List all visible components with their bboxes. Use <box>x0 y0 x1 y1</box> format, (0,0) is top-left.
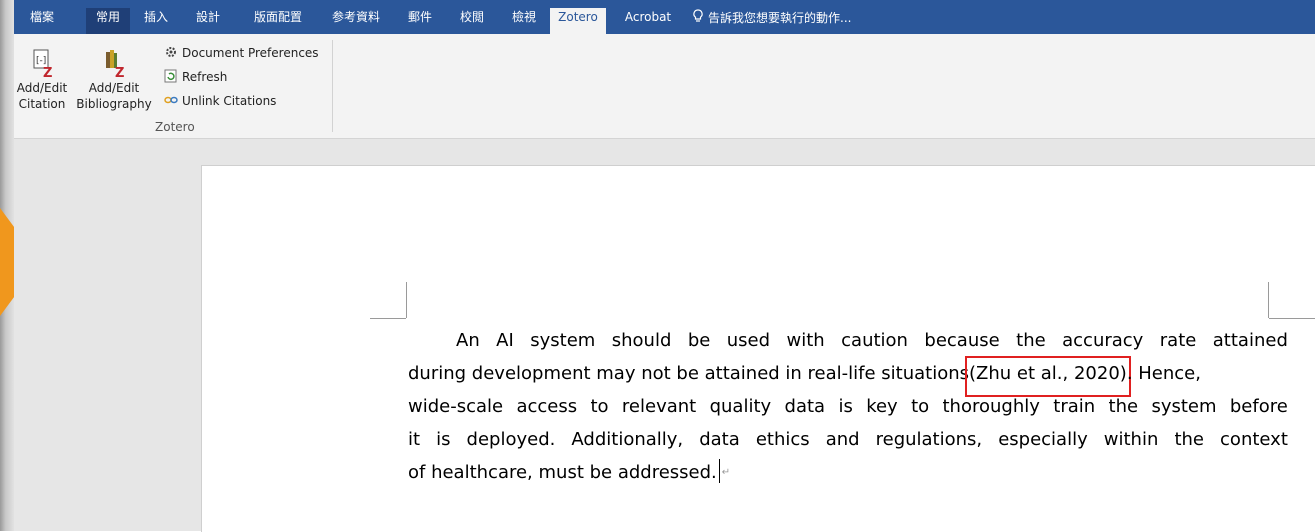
add-edit-citation-label-1: Add/Edit <box>16 81 68 95</box>
word: system <box>530 330 596 351</box>
text-cursor <box>718 459 720 483</box>
word: ethics <box>755 429 810 450</box>
citation-field[interactable]: (Zhu et al., 2020) <box>965 356 1131 397</box>
tab-home[interactable]: 常用 <box>86 8 130 34</box>
word: used <box>726 330 771 351</box>
add-edit-bibliography-button[interactable]: Z Add/Edit Bibliography <box>70 48 158 112</box>
word: the <box>1016 330 1046 351</box>
document-preferences-label: Document Preferences <box>182 46 319 60</box>
word: regulations, <box>875 429 983 450</box>
word: be <box>687 330 711 351</box>
crop-mark-top-left <box>406 282 407 318</box>
document-preferences-button[interactable]: Document Preferences <box>164 42 319 64</box>
word: especially <box>998 429 1088 450</box>
tell-me-text: 告訴我您想要執行的動作... <box>708 11 852 25</box>
ribbon-group-label: Zotero <box>155 120 195 134</box>
word: quality <box>709 396 772 417</box>
word: to <box>590 396 609 417</box>
svg-text:[-]: [-] <box>36 56 46 66</box>
svg-text:Z: Z <box>43 66 52 78</box>
word: within <box>1103 429 1159 450</box>
tab-layout[interactable]: 版面配置 <box>246 9 310 34</box>
word: Additionally, <box>571 429 684 450</box>
word: rate <box>1159 330 1197 351</box>
word: with <box>786 330 825 351</box>
text-line-5: of healthcare, must be addressed. ↵ <box>408 459 1288 492</box>
bibliography-icon: Z <box>70 48 158 81</box>
word: data <box>699 429 740 450</box>
lightbulb-icon <box>692 9 704 26</box>
word: thoroughly <box>942 396 1040 417</box>
word: because <box>924 330 1000 351</box>
word: data <box>784 396 826 417</box>
add-edit-bibliography-label-2: Bibliography <box>76 97 152 111</box>
text-before-citation: during development may not be attained i… <box>408 363 970 384</box>
ribbon-zotero: [-] Z Add/Edit Citation Z Add/Edit Biblio… <box>14 34 1315 139</box>
text-after-citation: . Hence, <box>1126 363 1201 384</box>
word: system <box>1151 396 1217 417</box>
add-edit-citation-label-2: Citation <box>18 97 66 111</box>
word: to <box>911 396 930 417</box>
unlink-citations-button[interactable]: Unlink Citations <box>164 90 276 112</box>
word: AI <box>496 330 514 351</box>
word: the <box>1174 429 1204 450</box>
tab-view[interactable]: 檢視 <box>506 9 542 34</box>
text-last-line: of healthcare, must be addressed. <box>408 462 717 483</box>
tab-zotero[interactable]: Zotero <box>550 8 606 34</box>
word: is <box>838 396 853 417</box>
unlink-icon <box>164 93 178 110</box>
text-line-3: wide-scale access to relevant quality data is k… <box>408 393 1288 426</box>
group-divider <box>332 40 333 132</box>
svg-text:Z: Z <box>115 66 124 78</box>
ribbon-tab-bar: 檔案 常用 插入 設計 版面配置 参考資料 郵件 校閲 檢視 Zotero Ac… <box>14 0 1315 34</box>
word: relevant <box>621 396 697 417</box>
word: accuracy <box>1062 330 1144 351</box>
text-line-4: it is deployed. Additionally, data ethics and r… <box>408 426 1288 459</box>
word: train <box>1053 396 1096 417</box>
crop-mark-top-left-h <box>370 318 406 319</box>
word: attained <box>1212 330 1288 351</box>
word: key <box>866 396 898 417</box>
word: wide-scale <box>408 396 504 417</box>
tab-design[interactable]: 設計 <box>190 9 226 34</box>
word: context <box>1220 429 1288 450</box>
word: the <box>1108 396 1139 417</box>
word: before <box>1229 396 1288 417</box>
tab-insert[interactable]: 插入 <box>138 9 174 34</box>
word: caution <box>841 330 908 351</box>
crop-mark-top-right-h <box>1269 318 1315 319</box>
tab-acrobat[interactable]: Acrobat <box>618 9 678 34</box>
unlink-citations-label: Unlink Citations <box>182 94 277 108</box>
word: deployed. <box>466 429 556 450</box>
gear-icon <box>164 45 178 62</box>
tab-mailings[interactable]: 郵件 <box>402 9 438 34</box>
text-line-2: during development may not be attained i… <box>408 356 1288 397</box>
refresh-button[interactable]: Refresh <box>164 66 227 88</box>
word: is <box>436 429 451 450</box>
tab-file[interactable]: 檔案 <box>22 9 62 34</box>
add-edit-bibliography-label-1: Add/Edit <box>88 81 140 95</box>
document-paragraph[interactable]: An AI system should be used with caution because… <box>408 327 1288 492</box>
tab-review[interactable]: 校閲 <box>454 9 490 34</box>
refresh-label: Refresh <box>182 70 228 84</box>
crop-mark-top-right <box>1268 282 1269 318</box>
paragraph-mark: ↵ <box>721 467 731 478</box>
tab-references[interactable]: 参考資料 <box>324 9 388 34</box>
tell-me-box[interactable]: 告訴我您想要執行的動作... <box>692 9 851 26</box>
add-edit-citation-button[interactable]: [-] Z Add/Edit Citation <box>16 48 68 112</box>
refresh-icon <box>164 69 178 86</box>
citation-icon: [-] Z <box>16 48 68 81</box>
word: should <box>611 330 672 351</box>
word: access <box>516 396 578 417</box>
word: An <box>456 330 480 351</box>
word: it <box>408 429 421 450</box>
text-line-1: An AI system should be used with caution because… <box>408 327 1288 360</box>
word: and <box>825 429 860 450</box>
